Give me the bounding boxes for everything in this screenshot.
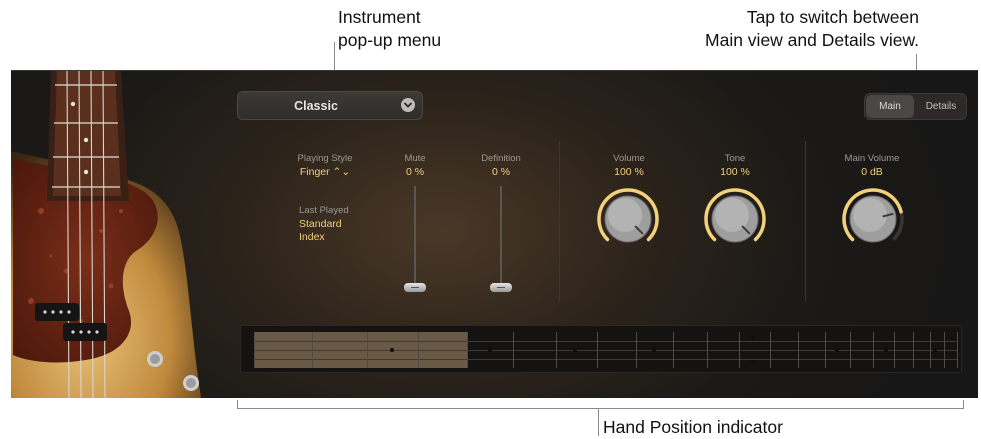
fret-line bbox=[418, 332, 419, 368]
hand-position-bracket-right bbox=[963, 400, 964, 409]
fret-marker-dot bbox=[835, 348, 839, 352]
fret-line bbox=[770, 332, 771, 368]
callout-tap-line2: Main view and Details view. bbox=[705, 30, 919, 50]
main-view-button[interactable]: Main bbox=[866, 95, 914, 118]
callout-tap-line1: Tap to switch between bbox=[746, 7, 919, 27]
mute-slider-track[interactable] bbox=[414, 186, 416, 291]
fret-marker-dot bbox=[933, 348, 937, 352]
fret-line bbox=[556, 332, 557, 368]
definition-slider-track[interactable] bbox=[500, 186, 502, 291]
playing-style-selector[interactable]: Finger ⌃⌄ bbox=[289, 166, 361, 178]
fret-line bbox=[467, 332, 468, 368]
volume-knob[interactable] bbox=[595, 186, 661, 252]
tone-knob[interactable] bbox=[702, 186, 768, 252]
playing-style-label: Playing Style bbox=[297, 153, 353, 164]
fret-line bbox=[825, 332, 826, 368]
fret-line bbox=[597, 332, 598, 368]
instrument-popup-label: Classic bbox=[294, 99, 338, 113]
fret-marker-dot bbox=[652, 348, 656, 352]
chevron-down-icon bbox=[401, 98, 415, 112]
fretboard-string bbox=[254, 350, 957, 351]
fret-marker-dot bbox=[488, 348, 492, 352]
main-volume-label: Main Volume bbox=[844, 153, 900, 164]
fret-line bbox=[944, 332, 945, 368]
volume-value: 100 % bbox=[614, 166, 644, 178]
definition-slider-thumb[interactable] bbox=[490, 283, 512, 292]
fret-line bbox=[894, 332, 895, 368]
section-divider-2 bbox=[805, 141, 806, 301]
callout-tap: Tap to switch between Main view and Deta… bbox=[705, 6, 919, 52]
fretboard-string bbox=[254, 359, 957, 360]
mute-value: 0 % bbox=[405, 166, 425, 178]
main-volume-knob[interactable] bbox=[840, 186, 906, 252]
last-played-line1: Standard bbox=[299, 218, 342, 230]
fret-marker-dot bbox=[573, 348, 577, 352]
bass-guitar-image bbox=[11, 71, 201, 398]
fret-line bbox=[739, 332, 740, 368]
fret-line bbox=[636, 332, 637, 368]
fret-line bbox=[367, 332, 368, 368]
hand-position-leader bbox=[598, 408, 599, 436]
definition-value: 0 % bbox=[491, 166, 511, 178]
tone-value: 100 % bbox=[720, 166, 750, 178]
hand-position-bracket bbox=[237, 408, 964, 409]
fret-marker-dot bbox=[390, 348, 394, 352]
fret-line bbox=[957, 332, 958, 368]
view-toggle: Main Details bbox=[864, 93, 967, 120]
definition-label: Definition bbox=[481, 153, 521, 164]
fret-line bbox=[513, 332, 514, 368]
fret-marker-dot bbox=[751, 336, 755, 340]
details-view-button[interactable]: Details bbox=[916, 95, 966, 118]
mute-label: Mute bbox=[404, 153, 426, 164]
instrument-popup-menu[interactable]: Classic bbox=[237, 91, 423, 120]
fret-line bbox=[673, 332, 674, 368]
knob-highlight bbox=[853, 198, 887, 232]
last-played-line2: Index bbox=[299, 231, 325, 243]
hand-position-fretboard[interactable] bbox=[240, 325, 962, 373]
callout-instrument-line1: Instrument bbox=[338, 7, 421, 27]
fret-line bbox=[798, 332, 799, 368]
fret-line bbox=[873, 332, 874, 368]
callout-instrument-line2: pop-up menu bbox=[338, 30, 442, 50]
fretboard-string bbox=[254, 341, 957, 342]
mute-slider-thumb[interactable] bbox=[404, 283, 426, 292]
fret-line bbox=[930, 332, 931, 368]
volume-label: Volume bbox=[613, 153, 645, 164]
bass-plugin-panel: Classic Main Details Playing Style Finge… bbox=[11, 70, 978, 398]
section-divider-1 bbox=[559, 141, 560, 301]
callout-instrument: Instrument pop-up menu bbox=[338, 6, 441, 52]
fret-line bbox=[913, 332, 914, 368]
fret-line bbox=[312, 332, 313, 368]
main-volume-value: 0 dB bbox=[861, 166, 883, 178]
fret-line bbox=[707, 332, 708, 368]
fret-marker-dot bbox=[751, 360, 755, 364]
callout-hand-position: Hand Position indicator bbox=[603, 417, 783, 437]
tone-label: Tone bbox=[724, 153, 746, 164]
fret-line bbox=[254, 332, 255, 368]
last-played-label: Last Played bbox=[299, 205, 349, 216]
fret-marker-dot bbox=[884, 348, 888, 352]
fret-line bbox=[850, 332, 851, 368]
hand-position-bracket-left bbox=[237, 400, 238, 409]
